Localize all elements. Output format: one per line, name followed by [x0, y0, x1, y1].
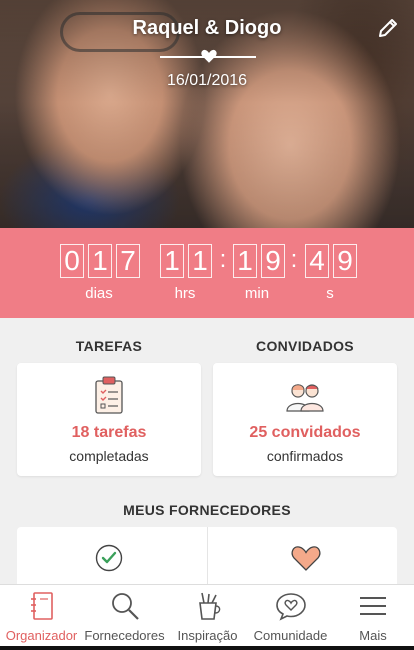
- tasks-subtitle: completadas: [69, 448, 149, 464]
- clipboard-checklist-icon: [95, 376, 123, 414]
- countdown-banner: 0 1 7 1 1 : 1 9 : 4 9 dias hrs min s: [0, 228, 414, 318]
- countdown-days-label: dias: [85, 285, 113, 302]
- countdown-hours-label: hrs: [174, 285, 196, 302]
- nav-label: Fornecedores: [84, 628, 165, 643]
- countdown-minutes-digit: 1: [233, 244, 257, 278]
- countdown-colon: :: [290, 246, 298, 273]
- tasks-count: 18 tarefas: [71, 424, 147, 441]
- countdown-seconds-label: s: [326, 285, 334, 302]
- countdown-seconds-digit: 4: [305, 244, 329, 278]
- system-bar: [0, 646, 414, 650]
- nav-inspiracao[interactable]: Inspiração: [166, 585, 249, 647]
- countdown-minutes-label: min: [244, 285, 270, 302]
- guests-subtitle: confirmados: [266, 448, 344, 464]
- search-icon: [111, 593, 139, 620]
- guests-count: 25 convidados: [249, 424, 361, 441]
- edit-pencil-icon[interactable]: [376, 16, 400, 40]
- brush-cup-icon: [198, 592, 220, 620]
- countdown-hours-digit: 1: [188, 244, 212, 278]
- nav-label: Inspiração: [177, 628, 238, 643]
- wedding-date: 16/01/2016: [166, 72, 248, 89]
- nav-label: Comunidade: [253, 628, 328, 643]
- guests-card[interactable]: 25 convidados confirmados: [213, 363, 397, 476]
- countdown-seconds-digit: 9: [333, 244, 357, 278]
- tasks-title: TAREFAS: [75, 338, 143, 354]
- nav-fornecedores[interactable]: Fornecedores: [83, 585, 166, 647]
- countdown-days-digit: 7: [116, 244, 140, 278]
- countdown-days-digit: 0: [60, 244, 84, 278]
- vendors-title: MEUS FORNECEDORES: [123, 502, 291, 518]
- nav-comunidade[interactable]: Comunidade: [249, 585, 332, 647]
- countdown-hours-digit: 1: [160, 244, 184, 278]
- heart-divider: [160, 49, 256, 63]
- nav-mais[interactable]: Mais: [332, 585, 414, 647]
- guests-title: CONVIDADOS: [256, 338, 354, 354]
- countdown-minutes-digit: 9: [261, 244, 285, 278]
- bottom-navigation: Organizador Fornecedores Inspiração Comu…: [0, 584, 414, 650]
- nav-label: Mais: [359, 628, 387, 643]
- couple-icon: [286, 384, 324, 412]
- nav-organizador[interactable]: Organizador: [0, 585, 83, 649]
- countdown-colon: :: [219, 246, 227, 273]
- nav-label: Organizador: [5, 628, 78, 643]
- heart-icon: [291, 546, 321, 571]
- notebook-icon: [30, 592, 53, 620]
- tasks-card[interactable]: 18 tarefas completadas: [17, 363, 201, 476]
- couple-names: Raquel & Diogo: [132, 17, 282, 39]
- check-circle-icon: [95, 544, 123, 572]
- heart-icon: [201, 49, 217, 63]
- countdown-days-digit: 1: [88, 244, 112, 278]
- chat-heart-icon: [275, 593, 306, 621]
- menu-icon: [360, 597, 386, 615]
